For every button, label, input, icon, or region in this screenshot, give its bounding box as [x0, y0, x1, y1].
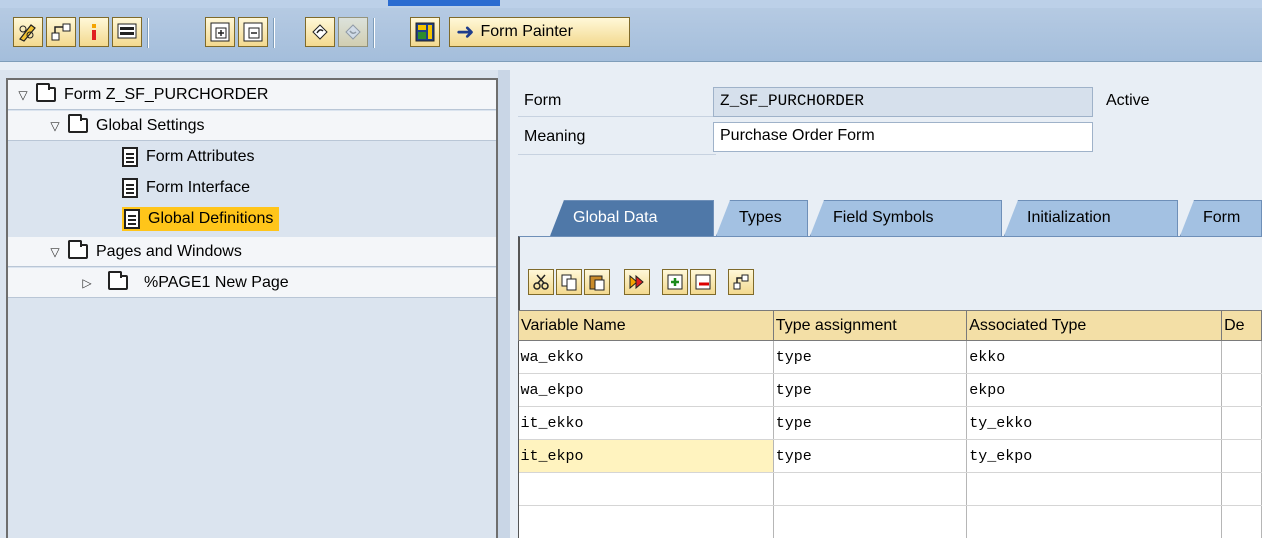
document-icon	[122, 178, 138, 198]
paste-icon[interactable]	[584, 269, 610, 295]
form-name-field: Z_SF_PURCHORDER	[713, 87, 1093, 117]
table-cell[interactable]: wa_ekpo	[518, 373, 774, 407]
status-label: Active	[1106, 92, 1150, 109]
table-row: wa_ekko type ekko	[518, 340, 1262, 374]
hierarchy-icon[interactable]	[46, 17, 76, 47]
navigation-tree: ▽ Form Z_SF_PURCHORDER ▽ Global Settings…	[6, 78, 498, 538]
display-window-icon[interactable]	[112, 17, 142, 47]
undo-icon[interactable]	[305, 17, 335, 47]
tab-initialization[interactable]: Initialization	[1004, 200, 1178, 236]
delete-row-icon[interactable]	[690, 269, 716, 295]
tree-node-label: Pages and Windows	[96, 242, 242, 260]
table-cell[interactable]	[1221, 406, 1262, 440]
layout-icon[interactable]	[410, 17, 440, 47]
tree-node-global-definitions[interactable]: Global Definitions	[8, 204, 496, 234]
table-row: it_ekko type ty_ekko	[518, 406, 1262, 440]
expand-subtree-icon[interactable]	[205, 17, 235, 47]
collapsed-triangle-icon[interactable]: ▷	[80, 276, 94, 290]
table-cell[interactable]: wa_ekko	[518, 340, 774, 374]
table-cell[interactable]	[966, 472, 1223, 506]
table-cell[interactable]: ekpo	[966, 373, 1223, 407]
table-cell[interactable]: ty_ekko	[966, 406, 1223, 440]
tree-node-global-settings[interactable]: ▽ Global Settings	[8, 111, 496, 141]
tab-global-data[interactable]: Global Data	[550, 200, 714, 236]
meaning-field[interactable]: Purchase Order Form	[713, 122, 1093, 152]
tab-strip: Global Data Types Field Symbols Initiali…	[510, 200, 1262, 236]
tree-node-label: Form Z_SF_PURCHORDER	[64, 85, 269, 103]
collapse-subtree-icon[interactable]	[238, 17, 268, 47]
tree-node-label: Global Settings	[96, 116, 205, 134]
folder-icon	[68, 240, 88, 259]
insert-row-icon[interactable]	[624, 269, 650, 295]
table-cell[interactable]	[1221, 472, 1262, 506]
document-icon	[122, 147, 138, 167]
table-row: wa_ekpo type ekpo	[518, 373, 1262, 407]
table-cell[interactable]: ty_ekpo	[966, 439, 1223, 473]
copy-icon[interactable]	[556, 269, 582, 295]
application-toolbar: ➜ Form Painter	[0, 0, 1262, 62]
table-cell-focused[interactable]: it_ekpo	[518, 439, 774, 473]
navigation-tree-panel: ▽ Form Z_SF_PURCHORDER ▽ Global Settings…	[0, 70, 510, 538]
info-icon[interactable]	[79, 17, 109, 47]
column-header-variable-name[interactable]: Variable Name	[518, 310, 774, 341]
pencil-glasses-icon[interactable]	[13, 17, 43, 47]
form-label: Form	[524, 92, 562, 109]
folder-icon	[68, 114, 88, 133]
table-cell[interactable]: type	[773, 406, 968, 440]
table-cell[interactable]	[1221, 505, 1262, 538]
tree-node-label: Form Attributes	[146, 148, 255, 165]
table-cell[interactable]	[1221, 373, 1262, 407]
tree-node-label: Global Definitions	[148, 210, 274, 227]
selected-node-highlight[interactable]: Global Definitions	[122, 207, 280, 231]
title-strip	[0, 0, 1262, 8]
expanded-triangle-icon[interactable]: ▽	[48, 119, 62, 133]
tree-node-page1[interactable]: ▷ %PAGE1 New Page	[8, 268, 496, 298]
global-data-table: Variable Name Type assignment Associated…	[518, 310, 1262, 538]
table-row: it_ekpo type ty_ekpo	[518, 439, 1262, 473]
tree-node-form-attributes[interactable]: Form Attributes	[8, 142, 496, 172]
meaning-label: Meaning	[524, 128, 586, 145]
hierarchy-icon[interactable]	[728, 269, 754, 295]
table-cell[interactable]	[1221, 439, 1262, 473]
table-cell[interactable]: type	[773, 439, 968, 473]
form-detail-panel: Form Z_SF_PURCHORDER Active Meaning Purc…	[510, 70, 1262, 538]
expanded-triangle-icon[interactable]: ▽	[16, 88, 30, 102]
tab-field-symbols[interactable]: Field Symbols	[810, 200, 1002, 236]
arrow-right-icon: ➜	[456, 19, 475, 44]
redo-icon[interactable]	[338, 17, 368, 47]
folder-icon	[36, 83, 56, 102]
column-header-associated-type[interactable]: Associated Type	[966, 310, 1223, 341]
table-cell[interactable]	[518, 472, 774, 506]
form-painter-button[interactable]: ➜ Form Painter	[449, 17, 630, 47]
tab-types[interactable]: Types	[716, 200, 808, 236]
expanded-triangle-icon[interactable]: ▽	[48, 245, 62, 259]
table-cell[interactable]	[966, 505, 1223, 538]
column-header-type-assignment[interactable]: Type assignment	[772, 310, 968, 341]
table-cell[interactable]: type	[773, 373, 968, 407]
table-header-row: Variable Name Type assignment Associated…	[518, 310, 1262, 341]
table-row	[518, 472, 1262, 506]
tree-node-form-interface[interactable]: Form Interface	[8, 173, 496, 203]
column-header-description[interactable]: De	[1221, 310, 1262, 341]
tree-node-label: Form Interface	[146, 179, 251, 196]
table-cell[interactable]: type	[773, 340, 968, 374]
table-cell[interactable]: ekko	[966, 340, 1223, 374]
tree-node-form[interactable]: ▽ Form Z_SF_PURCHORDER	[8, 80, 496, 110]
add-row-icon[interactable]	[662, 269, 688, 295]
cut-icon[interactable]	[528, 269, 554, 295]
tree-node-label: %PAGE1 New Page	[144, 273, 289, 291]
table-cell[interactable]: it_ekko	[518, 406, 774, 440]
table-cell[interactable]	[773, 505, 968, 538]
table-row	[518, 505, 1262, 538]
folder-icon	[108, 271, 128, 290]
tab-form-routines[interactable]: Form	[1180, 200, 1262, 236]
table-cell[interactable]	[773, 472, 968, 506]
form-painter-label: Form Painter	[480, 23, 573, 40]
table-cell[interactable]	[1221, 340, 1262, 374]
table-cell[interactable]	[518, 505, 774, 538]
document-icon	[124, 209, 140, 229]
tree-node-pages-and-windows[interactable]: ▽ Pages and Windows	[8, 237, 496, 267]
